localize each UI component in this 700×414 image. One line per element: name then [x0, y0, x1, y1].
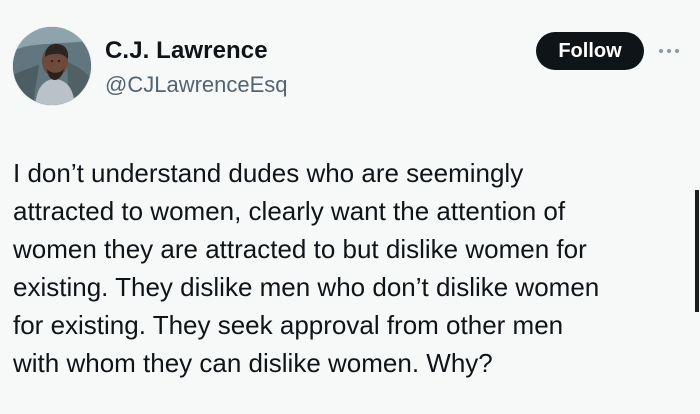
scroll-indicator[interactable]: [695, 190, 699, 312]
author-avatar[interactable]: [13, 27, 91, 105]
more-dot-middle: [667, 49, 671, 53]
follow-button[interactable]: Follow: [536, 32, 644, 70]
more-dots-icon[interactable]: [655, 41, 683, 61]
tweet-card: C.J. Lawrence @CJLawrenceEsq Follow I do…: [0, 0, 700, 414]
author-info: C.J. Lawrence @CJLawrenceEsq: [105, 36, 288, 99]
tweet-text: I don’t understand dudes who are seeming…: [13, 158, 600, 378]
author-handle[interactable]: @CJLawrenceEsq: [105, 71, 288, 99]
author-display-name[interactable]: C.J. Lawrence: [105, 36, 288, 65]
more-dot-right: [675, 49, 679, 53]
more-dot-left: [659, 49, 663, 53]
